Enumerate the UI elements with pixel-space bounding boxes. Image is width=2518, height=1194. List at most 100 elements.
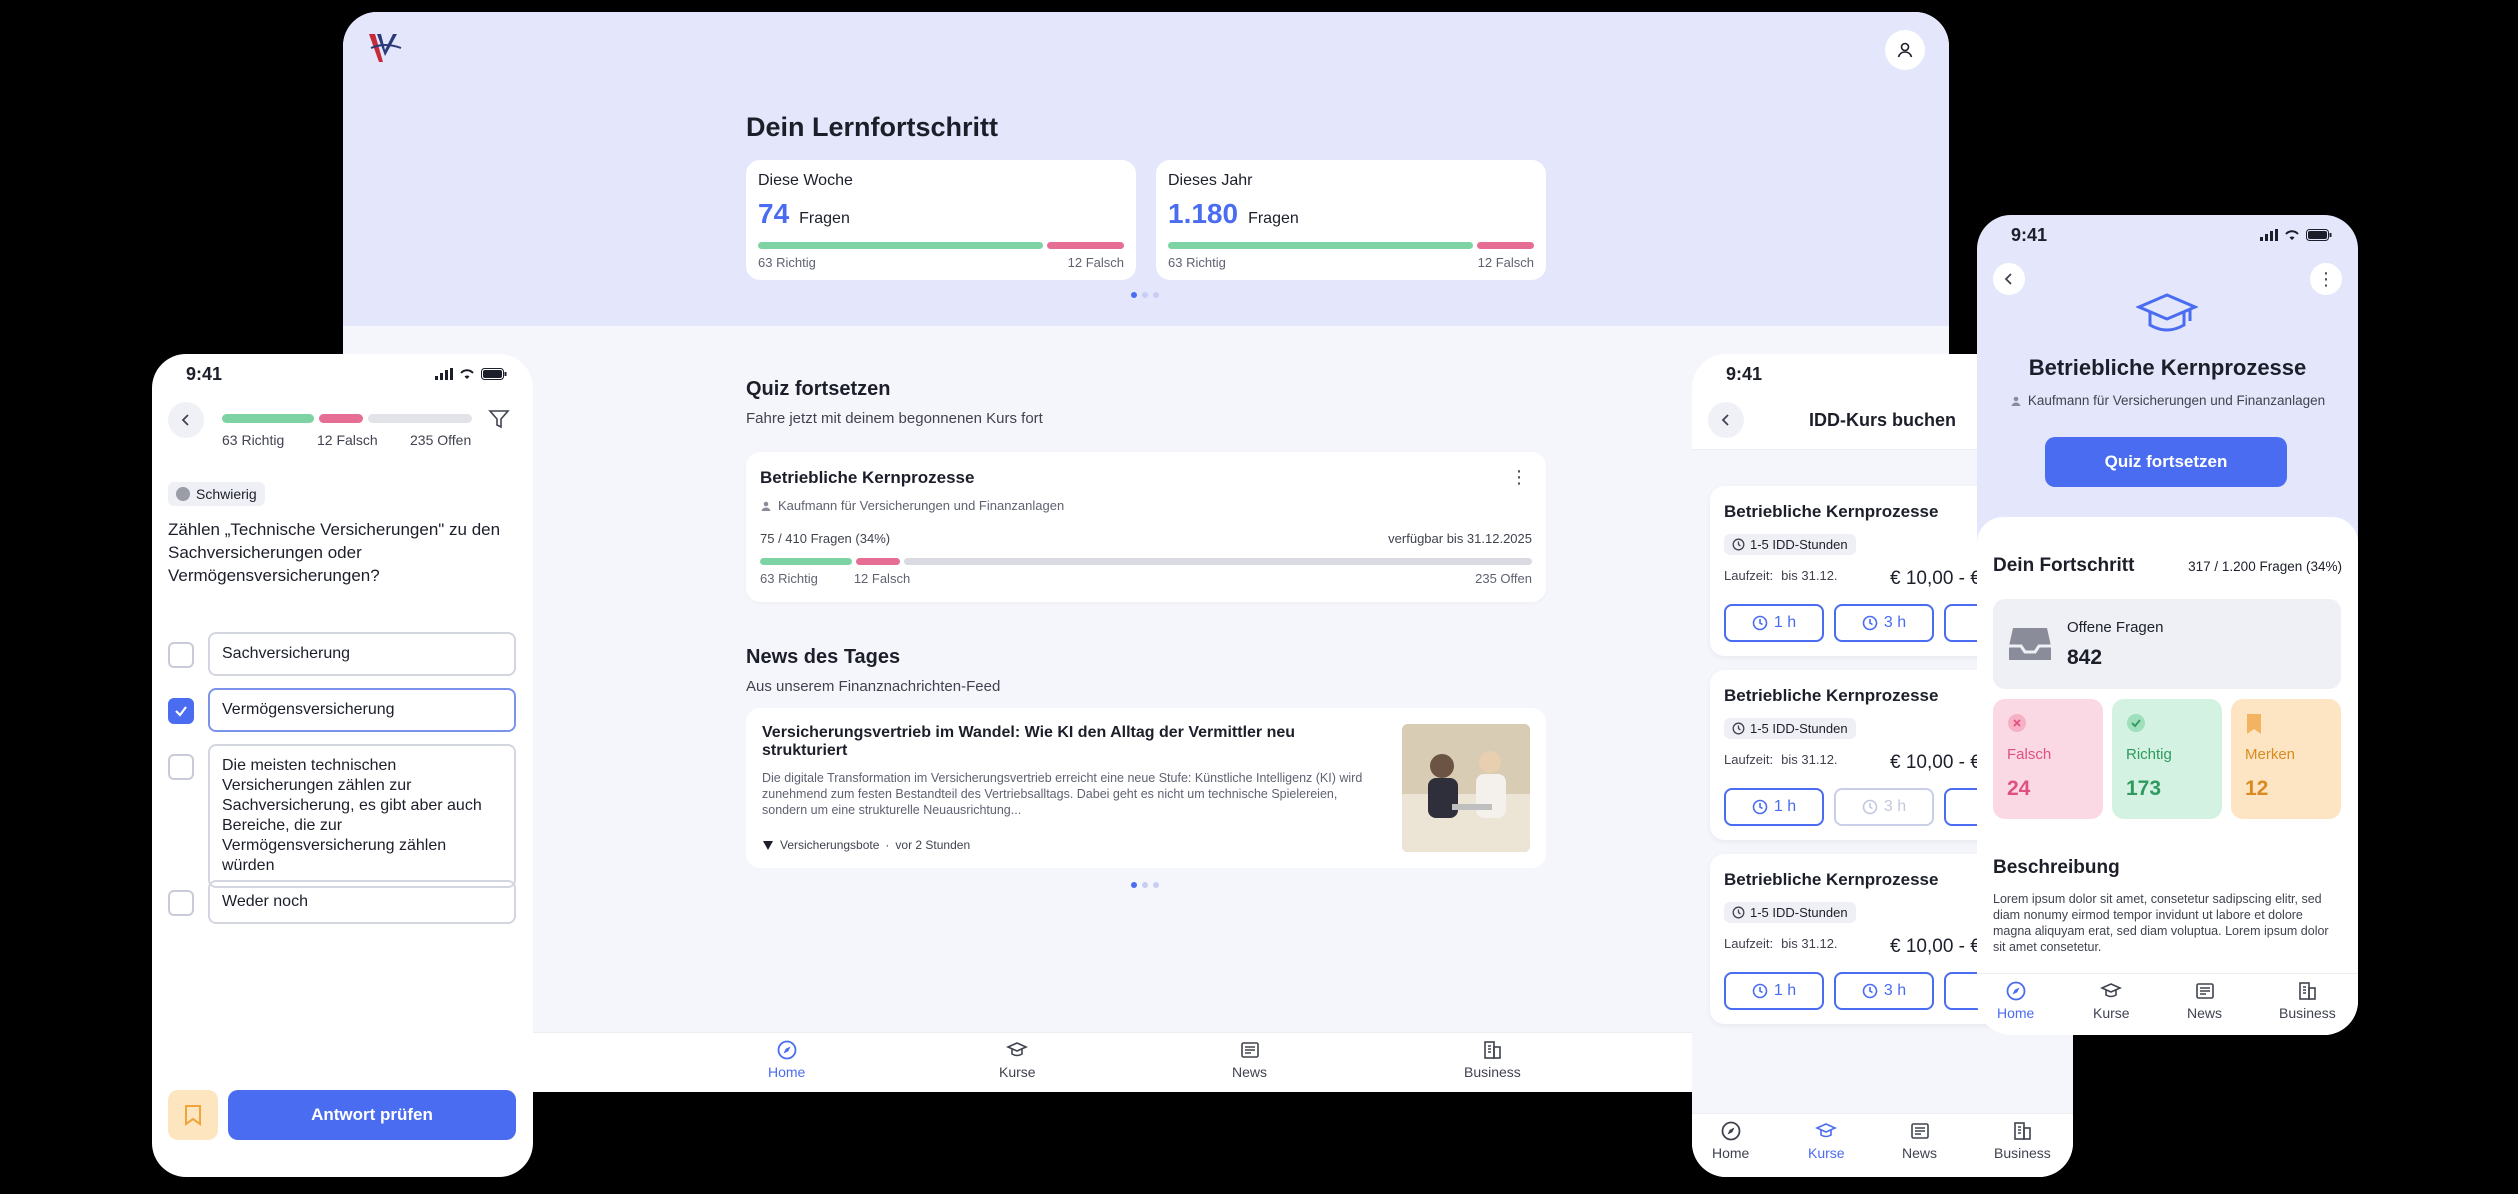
nav-news[interactable]: News <box>2187 980 2222 1021</box>
nav-business[interactable]: Business <box>2279 980 2336 1021</box>
answer-option[interactable]: Weder noch <box>168 880 516 924</box>
battery-icon <box>481 368 507 380</box>
bookmark-button[interactable] <box>168 1090 218 1140</box>
checkbox-checked[interactable] <box>168 698 194 724</box>
bookmark-tile[interactable]: Merken 12 <box>2231 699 2341 819</box>
more-options-button[interactable]: ⋮ <box>2310 263 2342 295</box>
quiz-card-progress: 75 / 410 Fragen (34%) <box>760 531 891 546</box>
year-stat-card[interactable]: Dieses Jahr 1.180 Fragen 63 Richtig 12 Fal… <box>1156 160 1546 280</box>
quiz-card-subtitle: Kaufmann für Versicherungen und Finanzan… <box>778 498 1065 513</box>
quiz-right: 63 Richtig <box>222 432 285 448</box>
year-unit: Fragen <box>1248 210 1299 227</box>
runtime-value: bis 31.12. <box>1781 752 1838 767</box>
runtime-label: Laufzeit: <box>1724 936 1774 951</box>
status-time: 9:41 <box>186 364 223 384</box>
progress-value: 317 / 1.200 Fragen (34%) <box>2188 559 2342 574</box>
continue-quiz-button[interactable]: Quiz fortsetzen <box>2045 437 2287 487</box>
hours-3-label: 3 h <box>1883 982 1907 999</box>
answer-text: Die meisten technischen Versicherungen z… <box>208 744 516 888</box>
newspaper-icon <box>1910 1123 1929 1139</box>
hours-1-button[interactable]: 1 h <box>1724 972 1824 1010</box>
phone-bottom-nav: Home Kurse News Business <box>1977 973 2358 1035</box>
quiz-open: 235 Offen <box>410 432 472 448</box>
hours-3-button[interactable]: 3 h <box>1834 604 1934 642</box>
x-circle-icon <box>2008 714 2026 732</box>
bookmark-icon <box>2247 714 2261 734</box>
news-pager[interactable] <box>1131 882 1159 888</box>
news-source: Versicherungsbote <box>780 838 880 852</box>
quiz-progress-bar <box>222 414 472 423</box>
stats-pager[interactable] <box>1131 292 1159 298</box>
chevron-left-icon <box>2004 273 2012 285</box>
hours-1-button[interactable]: 1 h <box>1724 604 1824 642</box>
nav-kurse[interactable]: Kurse <box>1808 1120 1845 1161</box>
person-icon <box>761 501 771 511</box>
year-label: Dieses Jahr <box>1168 172 1253 189</box>
clock-icon <box>1862 983 1878 999</box>
news-card[interactable]: Versicherungsvertrieb im Wandel: Wie KI … <box>746 708 1546 868</box>
week-value: 74 <box>758 198 790 229</box>
open-questions-tile[interactable]: Offene Fragen 842 <box>1993 599 2341 689</box>
description-heading: Beschreibung <box>1993 857 2120 878</box>
building-icon <box>2014 1122 2032 1140</box>
hours-1-button[interactable]: 1 h <box>1724 788 1824 826</box>
check-answer-button[interactable]: Antwort prüfen <box>228 1090 516 1140</box>
checkbox[interactable] <box>168 754 194 780</box>
week-right: 63 Richtig <box>758 255 816 270</box>
quiz-card-available: verfügbar bis 31.12.2025 <box>1388 531 1532 546</box>
nav-home[interactable]: Home <box>1712 1120 1749 1161</box>
clock-icon <box>1862 615 1878 631</box>
nav-home[interactable]: Home <box>1997 980 2034 1021</box>
year-progress-bar <box>1168 242 1534 249</box>
runtime-label: Laufzeit: <box>1724 752 1774 767</box>
wrong-label: Falsch <box>2007 746 2052 763</box>
profile-button[interactable] <box>1885 30 1925 70</box>
filter-icon[interactable] <box>488 408 510 430</box>
week-unit: Fragen <box>799 210 850 227</box>
building-icon <box>2299 982 2317 1000</box>
wrong-tile[interactable]: Falsch 24 <box>1993 699 2103 819</box>
news-separator: · <box>885 838 890 852</box>
hours-3-button-disabled[interactable]: 3 h <box>1834 788 1934 826</box>
nav-news[interactable]: News <box>1902 1120 1937 1161</box>
clock-icon <box>1752 799 1768 815</box>
nav-home-label: Home <box>1997 1005 2035 1021</box>
nav-news[interactable]: News <box>1232 1039 1267 1080</box>
checkbox[interactable] <box>168 890 194 916</box>
right-tile[interactable]: Richtig 173 <box>2112 699 2222 819</box>
nav-kurse[interactable]: Kurse <box>999 1039 1036 1080</box>
nav-home[interactable]: Home <box>768 1039 805 1080</box>
nav-kurse[interactable]: Kurse <box>2093 980 2130 1021</box>
phone-bottom-nav: Home Kurse News Business <box>1692 1113 2073 1177</box>
idd-hours-chip: 1-5 IDD-Stunden <box>1724 718 1856 739</box>
answer-option[interactable]: Vermögensversicherung <box>168 688 516 732</box>
nav-news-label: News <box>1232 1064 1268 1080</box>
news-image <box>1402 724 1530 852</box>
hours-3-button[interactable]: 3 h <box>1834 972 1934 1010</box>
progress-heading: Dein Fortschritt <box>1993 555 2135 576</box>
open-questions-value: 842 <box>2067 645 2103 669</box>
back-button[interactable] <box>1993 263 2025 295</box>
quiz-card-title: Betriebliche Kernprozesse <box>760 468 975 487</box>
bookmark-value: 12 <box>2245 777 2269 800</box>
nav-business[interactable]: Business <box>1464 1039 1521 1080</box>
back-button[interactable] <box>168 402 204 438</box>
course-price: € 10,00 - € <box>1890 936 1981 957</box>
nav-business-label: Business <box>1464 1064 1521 1080</box>
compass-icon <box>1721 1121 1741 1141</box>
quiz-card[interactable]: Betriebliche Kernprozesse Kaufmann für V… <box>746 452 1546 602</box>
answer-option[interactable]: Sachversicherung <box>168 632 516 676</box>
week-stat-card[interactable]: Diese Woche 74 Fragen 63 Richtig 12 Falsch <box>746 160 1136 280</box>
course-subtitle: Kaufmann für Versicherungen und Finanzan… <box>2027 393 2326 408</box>
compass-icon <box>777 1040 797 1060</box>
nav-business-label: Business <box>1994 1145 2051 1161</box>
more-options-icon[interactable]: ⋮ <box>1510 468 1528 486</box>
chip-label: 1-5 IDD-Stunden <box>1750 537 1848 552</box>
course-title: Betriebliche Kernprozesse <box>2028 355 2307 380</box>
checkbox[interactable] <box>168 642 194 668</box>
wifi-icon <box>460 369 474 379</box>
answer-option[interactable]: Die meisten technischen Versicherungen z… <box>168 744 516 888</box>
wifi-icon <box>2285 230 2299 240</box>
nav-business[interactable]: Business <box>1994 1120 2051 1161</box>
clock-icon <box>1732 538 1745 551</box>
